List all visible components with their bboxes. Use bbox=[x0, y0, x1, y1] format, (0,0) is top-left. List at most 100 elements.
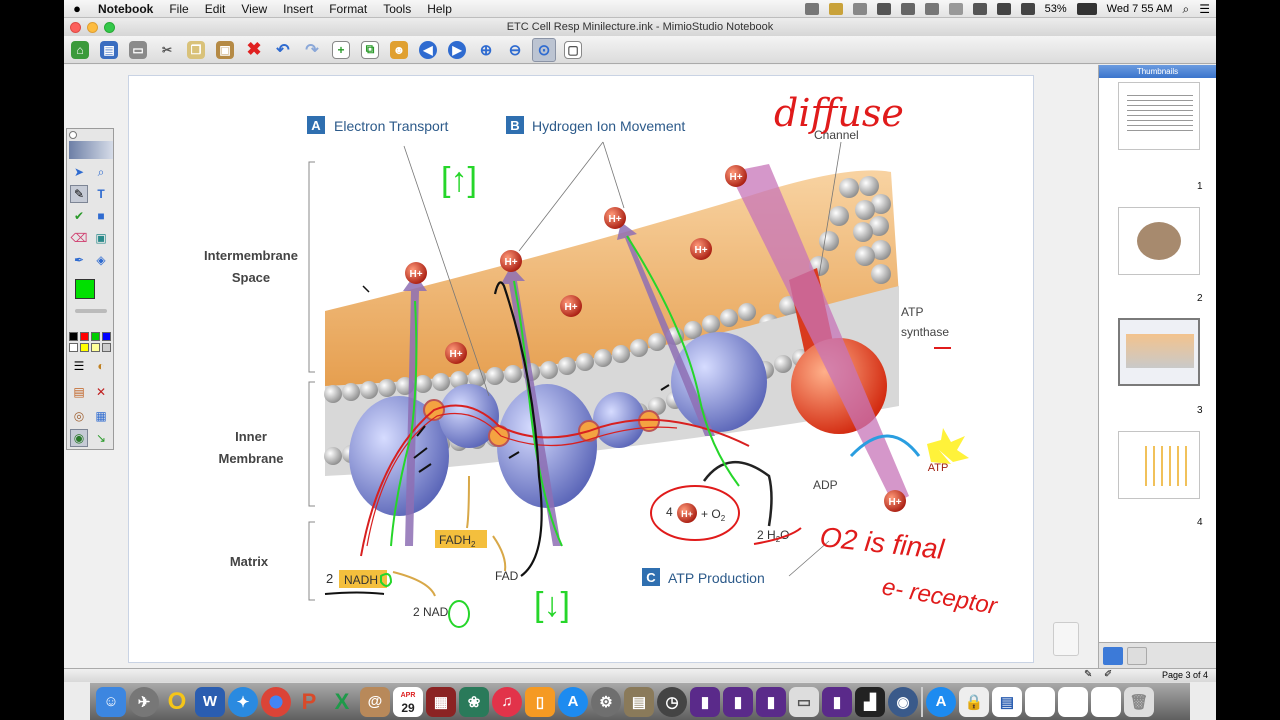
shield-icon[interactable] bbox=[828, 3, 843, 15]
document-icon-1[interactable]: ▤ bbox=[992, 686, 1022, 717]
color-white[interactable] bbox=[69, 343, 78, 352]
add-page-icon[interactable]: + bbox=[329, 38, 353, 62]
contacts-icon[interactable]: @ bbox=[360, 686, 390, 717]
text-tool-icon[interactable]: T bbox=[92, 185, 110, 203]
mimio-icon-4[interactable]: ▮ bbox=[822, 686, 852, 717]
activity-monitor-icon[interactable]: ▟ bbox=[855, 686, 885, 717]
save-icon[interactable]: ▤ bbox=[97, 38, 121, 62]
notification-center-icon[interactable]: ☰ bbox=[1199, 2, 1210, 16]
mimio-icon-1[interactable]: ▮ bbox=[690, 686, 720, 717]
menu-insert[interactable]: Insert bbox=[275, 2, 321, 16]
tools-icon[interactable]: ✕ bbox=[92, 383, 110, 401]
dock-trash-icon[interactable]: 🗑 bbox=[1124, 686, 1154, 717]
color-light-yellow[interactable] bbox=[91, 343, 100, 352]
undo-icon[interactable]: ↶ bbox=[271, 38, 295, 62]
menu-tools[interactable]: Tools bbox=[375, 2, 419, 16]
dropbox-icon[interactable] bbox=[876, 3, 891, 15]
quicktime-icon[interactable]: ◉ bbox=[888, 686, 918, 717]
copy-icon[interactable]: ❐ bbox=[184, 38, 208, 62]
notebook-page[interactable]: H+ H+ H+ H+ H+ H+ H+ H+ A Electron Trans… bbox=[128, 75, 1079, 663]
clock-icon[interactable] bbox=[948, 3, 963, 15]
eyedropper-tool-icon[interactable]: ✒ bbox=[70, 251, 88, 269]
lock-icon[interactable]: 🔒 bbox=[959, 686, 989, 717]
current-color-swatch[interactable] bbox=[75, 279, 95, 299]
menu-edit[interactable]: Edit bbox=[197, 2, 234, 16]
excel-icon[interactable]: X bbox=[327, 687, 357, 717]
chrome-icon[interactable] bbox=[261, 686, 291, 717]
thumbnail-page-2[interactable] bbox=[1118, 207, 1200, 275]
safari-icon[interactable]: ✦ bbox=[228, 686, 258, 717]
menu-help[interactable]: Help bbox=[419, 2, 460, 16]
system-preferences-icon[interactable]: ⚙ bbox=[591, 686, 621, 717]
apple-menu-icon[interactable]: ● bbox=[64, 1, 90, 16]
printer-icon[interactable]: ▭ bbox=[789, 686, 819, 717]
zoom-fit-icon[interactable]: ⊙ bbox=[532, 37, 556, 62]
volume-icon[interactable] bbox=[1020, 3, 1035, 15]
home-icon[interactable] bbox=[852, 3, 867, 15]
mimio-icon-2[interactable]: ▮ bbox=[723, 686, 753, 717]
notes-icon[interactable]: ▤ bbox=[624, 686, 654, 717]
menu-view[interactable]: View bbox=[233, 2, 275, 16]
redo-icon[interactable]: ↷ bbox=[300, 38, 324, 62]
menu-file[interactable]: File bbox=[161, 2, 196, 16]
cut-icon[interactable]: ✂ bbox=[155, 38, 179, 62]
pen-status-icon[interactable]: ✎ bbox=[1084, 669, 1092, 680]
print-icon[interactable]: ▭ bbox=[126, 38, 150, 62]
gallery-icon[interactable]: ▤ bbox=[70, 383, 88, 401]
app-store-icon[interactable]: A bbox=[558, 686, 588, 717]
color-blue[interactable] bbox=[102, 332, 111, 341]
thumbnail-page-3[interactable] bbox=[1118, 318, 1200, 386]
menubar-clock[interactable]: Wed 7 55 AM bbox=[1107, 3, 1173, 15]
drive-icon[interactable] bbox=[900, 3, 915, 15]
document-icon-2[interactable] bbox=[1025, 686, 1055, 717]
select-tool-icon[interactable]: ➤ bbox=[70, 163, 88, 181]
calendar-icon[interactable]: APR 29 bbox=[393, 686, 423, 717]
iphoto-icon[interactable]: ❀ bbox=[459, 686, 489, 717]
applications-folder-icon[interactable]: A bbox=[926, 686, 956, 717]
color-black[interactable] bbox=[69, 332, 78, 341]
screen-icon[interactable]: ▦ bbox=[92, 407, 110, 425]
color-red[interactable] bbox=[80, 332, 89, 341]
launchpad-icon[interactable]: ✈ bbox=[129, 686, 159, 717]
zoom-tool-icon[interactable]: ⌕ bbox=[92, 163, 110, 181]
document-icon-3[interactable] bbox=[1058, 686, 1088, 717]
color-yellow[interactable] bbox=[80, 343, 89, 352]
trash-icon[interactable] bbox=[1053, 622, 1079, 656]
user-icon[interactable]: ☻ bbox=[387, 38, 411, 62]
bluetooth-icon[interactable] bbox=[972, 3, 987, 15]
thumbnail-view-icon[interactable] bbox=[1103, 647, 1123, 665]
pen-tool-icon[interactable]: ✎ bbox=[70, 185, 88, 203]
color-green[interactable] bbox=[91, 332, 100, 341]
folder-view-icon[interactable] bbox=[1127, 647, 1147, 665]
mimio-icon-3[interactable]: ▮ bbox=[756, 686, 786, 717]
next-page-icon[interactable]: ▶ bbox=[445, 38, 469, 62]
fit-width-icon[interactable]: ▢ bbox=[561, 38, 585, 62]
image-tool-icon[interactable]: ▣ bbox=[92, 229, 110, 247]
eraser-tool-icon[interactable]: ⌫ bbox=[70, 229, 88, 247]
word-o-icon[interactable]: O bbox=[162, 687, 192, 717]
word-icon[interactable]: W bbox=[195, 686, 225, 717]
airplay-icon[interactable] bbox=[924, 3, 939, 15]
ibooks-icon[interactable]: ▯ bbox=[525, 686, 555, 717]
finder-icon[interactable]: ☺ bbox=[96, 686, 126, 717]
line-width-slider[interactable] bbox=[75, 309, 107, 313]
zoom-window-button[interactable] bbox=[104, 22, 115, 33]
menu-format[interactable]: Format bbox=[321, 2, 375, 16]
database-icon[interactable]: ◎ bbox=[70, 407, 88, 425]
color-gray[interactable] bbox=[102, 343, 111, 352]
previous-page-icon[interactable]: ◀ bbox=[416, 38, 440, 62]
time-machine-icon[interactable]: ◷ bbox=[657, 686, 687, 717]
thumbnail-page-4[interactable] bbox=[1118, 431, 1200, 499]
duplicate-page-icon[interactable]: ⧉ bbox=[358, 38, 382, 62]
photo-booth-icon[interactable]: ▦ bbox=[426, 686, 456, 717]
menu-notebook[interactable]: Notebook bbox=[90, 2, 161, 16]
zoom-out-icon[interactable]: ⊖ bbox=[503, 38, 527, 62]
battery-icon[interactable] bbox=[1076, 3, 1097, 15]
document-icon-4[interactable] bbox=[1091, 686, 1121, 717]
fill-tool-icon[interactable]: ◈ bbox=[92, 251, 110, 269]
wrench-status-icon[interactable]: ✐ bbox=[1104, 669, 1112, 680]
minimize-window-button[interactable] bbox=[87, 22, 98, 33]
screen-mirror-icon[interactable] bbox=[804, 3, 819, 15]
palette-close-icon[interactable] bbox=[69, 131, 77, 139]
paste-icon[interactable]: ▣ bbox=[213, 38, 237, 62]
